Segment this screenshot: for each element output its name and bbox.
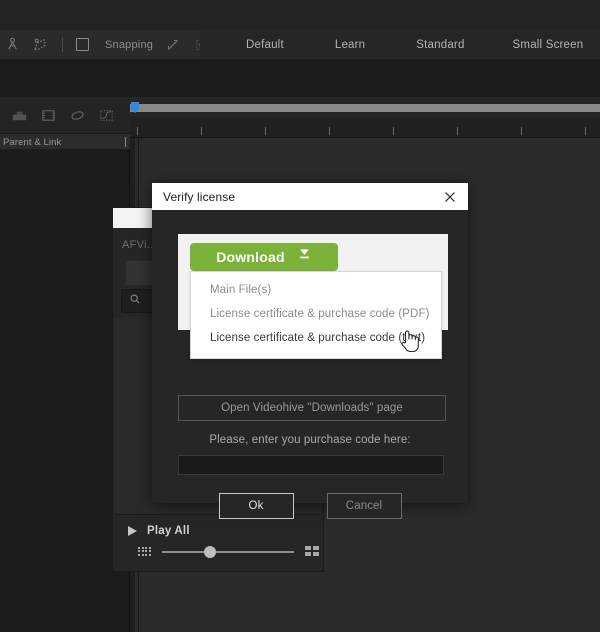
download-button-label: Download xyxy=(216,249,285,265)
layer-list-area xyxy=(0,149,130,632)
workspace-tab-default[interactable]: Default xyxy=(234,39,296,51)
download-webview: Download Main File(s) License certificat… xyxy=(178,234,448,359)
slider-knob[interactable] xyxy=(204,545,217,558)
workspace-tab-learn[interactable]: Learn xyxy=(323,39,377,51)
play-all-label: Play All xyxy=(147,525,190,537)
thumbnail-size-slider-row xyxy=(138,545,320,558)
magnifier-icon xyxy=(129,292,141,310)
menu-item-license-pdf[interactable]: License certificate & purchase code (PDF… xyxy=(191,302,441,326)
toolbox-icon[interactable] xyxy=(10,106,29,125)
purchase-code-input[interactable] xyxy=(178,455,444,475)
close-icon[interactable] xyxy=(441,188,459,206)
dialog-titlebar: Verify license xyxy=(152,183,468,210)
cancel-button[interactable]: Cancel xyxy=(326,493,402,519)
roto-brush-icon[interactable] xyxy=(32,36,49,53)
play-all-control[interactable]: Play All xyxy=(128,525,190,537)
shape-icon[interactable] xyxy=(68,106,87,125)
film-icon[interactable] xyxy=(39,106,58,125)
timeline-zoom-scrollbar[interactable] xyxy=(130,104,600,112)
grid-dots-icon[interactable] xyxy=(138,546,151,557)
play-triangle-icon xyxy=(128,526,137,536)
snapping-label: Snapping xyxy=(105,38,154,51)
dialog-button-row: Ok Cancel xyxy=(152,493,468,519)
menu-item-license-text[interactable]: License certificate & purchase code (tex… xyxy=(191,326,441,350)
app-top-strip xyxy=(0,0,600,30)
app-upper-dark-band xyxy=(0,59,600,97)
main-toolbar: Snapping Default Learn Standard Small Sc… xyxy=(0,30,600,60)
open-videohive-downloads-button[interactable]: Open Videohive "Downloads" page xyxy=(178,395,446,421)
graph-editor-icon[interactable] xyxy=(97,106,116,125)
parent-and-link-label: Parent & Link xyxy=(3,136,62,148)
after-effects-app-window: Snapping Default Learn Standard Small Sc… xyxy=(0,0,600,632)
puppet-pin-icon[interactable] xyxy=(4,36,21,53)
snapping-checkbox[interactable] xyxy=(76,38,89,51)
purchase-code-label: Please, enter you purchase code here: xyxy=(209,434,411,446)
workspace-tabs: Default Learn Standard Small Screen xyxy=(200,30,600,59)
dialog-body: Download Main File(s) License certificat… xyxy=(152,210,468,519)
workspace-tab-standard[interactable]: Standard xyxy=(404,39,476,51)
menu-item-main-files[interactable]: Main File(s) xyxy=(191,278,441,302)
download-arrow-icon xyxy=(297,248,312,267)
timeline-ruler[interactable] xyxy=(130,117,600,138)
thumbnail-size-slider[interactable] xyxy=(162,545,294,558)
workspace-tab-small-screen[interactable]: Small Screen xyxy=(501,39,596,51)
download-dropdown-menu: Main File(s) License certificate & purch… xyxy=(190,271,442,359)
grid-blocks-icon[interactable] xyxy=(305,546,320,557)
dialog-title: Verify license xyxy=(163,189,236,204)
text-caret xyxy=(125,137,126,147)
toolbar-divider xyxy=(62,37,63,52)
toolbar-tools-group: Snapping xyxy=(0,30,209,59)
verify-license-dialog: Verify license Download Main File(s) Lic… xyxy=(152,183,468,519)
timeline-panel-icon-row xyxy=(0,97,140,133)
ok-button[interactable]: Ok xyxy=(218,493,294,519)
snap-path-icon[interactable] xyxy=(164,36,181,53)
script-panel-footer: Play All xyxy=(114,516,322,571)
download-button[interactable]: Download xyxy=(190,243,338,271)
